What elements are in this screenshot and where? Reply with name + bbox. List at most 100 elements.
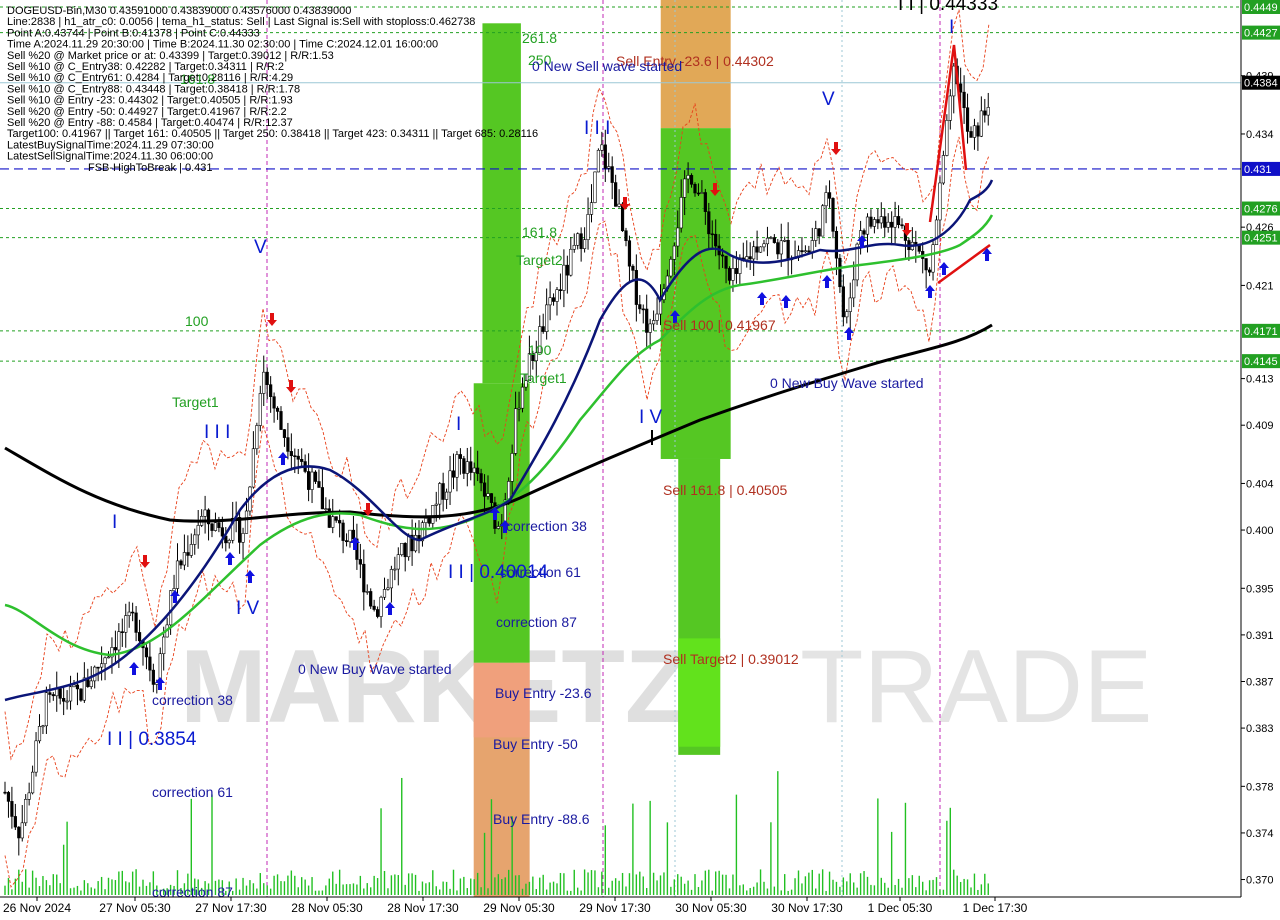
candle-body	[455, 454, 459, 478]
price-tick-label: 0.395	[1246, 583, 1274, 595]
time-tick-label: 30 Nov 05:30	[675, 901, 747, 915]
candle-body	[710, 233, 714, 236]
wave-v-label-a: V	[254, 237, 267, 258]
candle-body	[407, 534, 411, 558]
price-badge-label: 0.4384	[1244, 78, 1278, 90]
correction-38-label-a: correction 38	[152, 692, 233, 708]
candle-body	[476, 467, 480, 474]
candle-body	[44, 692, 48, 727]
candle-body	[338, 520, 342, 524]
candle-body	[117, 631, 121, 651]
candle-body	[676, 227, 680, 247]
candle-body	[89, 680, 93, 687]
candle-body	[210, 523, 214, 531]
candle-body	[300, 458, 304, 462]
candle-body	[62, 698, 66, 702]
wave-ii-label-a: I I | 0.3854	[107, 729, 197, 750]
candle-body	[72, 684, 76, 688]
price-tick-label: 0.378	[1246, 781, 1274, 793]
candle-body	[48, 692, 52, 695]
price-tick-label: 0.434	[1246, 129, 1274, 141]
info-line: Sell %10 @ C_Entry88: 0.43448 | Target:0…	[7, 83, 300, 95]
candle-body	[193, 534, 197, 545]
candle-body	[137, 632, 142, 642]
sell-100-label: Sell 100 | 0.41967	[663, 317, 776, 333]
candle-body	[959, 83, 963, 93]
candle-body	[479, 473, 483, 484]
candle-body	[838, 257, 842, 288]
candle-body	[896, 216, 901, 225]
candle-body	[462, 458, 466, 474]
candle-body	[482, 482, 487, 497]
candle-body	[755, 246, 759, 253]
candle-body	[120, 631, 124, 633]
candle-body	[600, 144, 604, 151]
candle-body	[472, 467, 476, 473]
info-line: Sell %10 @ C_Entry38: 0.42282 | Target:0…	[7, 61, 284, 73]
candle-body	[589, 202, 594, 215]
info-line: Target100: 0.41967 || Target 161: 0.4050…	[7, 128, 538, 140]
candle-body	[679, 197, 683, 229]
candle-body	[624, 230, 628, 242]
new-buy-wave-label-a: 0 New Buy Wave started	[298, 661, 452, 677]
time-tick-label: 29 Nov 17:30	[579, 901, 651, 915]
candle-body	[800, 250, 804, 253]
candle-body	[269, 384, 273, 398]
price-badge-label: 0.4449	[1244, 2, 1278, 14]
price-chart[interactable]: MARKETZI TRADE 261.8 250 161.8 Target2 1…	[0, 0, 1280, 920]
info-line: Sell %20 @ Entry -88: 0.4584 | Target:0.…	[7, 117, 293, 129]
candle-body	[862, 230, 866, 235]
candle-body	[752, 246, 756, 260]
candle-body	[65, 700, 69, 703]
candle-body	[320, 487, 325, 510]
candle-body	[186, 552, 190, 556]
candle-body	[182, 552, 187, 566]
candle-body	[969, 131, 973, 138]
price-badge-label: 0.4171	[1244, 326, 1278, 338]
candle-body	[324, 508, 328, 510]
info-line: Point A:0.43744 | Point B:0.41378 | Poin…	[7, 27, 260, 39]
candle-body	[927, 269, 932, 273]
candle-body	[179, 560, 183, 566]
wave-iv-label-b: I V	[639, 407, 663, 428]
candle-body	[972, 125, 977, 138]
candle-body	[441, 483, 445, 500]
candle-body	[227, 540, 231, 544]
candle-body	[641, 308, 645, 311]
fib-100-label-b: 100	[528, 342, 552, 358]
info-line: Sell %20 @ Entry -50: 0.44927 | Target:0…	[7, 106, 287, 118]
time-tick-label: 26 Nov 2024	[3, 901, 71, 915]
candle-body	[458, 454, 463, 459]
candle-body	[106, 656, 111, 659]
candle-body	[555, 289, 559, 302]
candle-body	[865, 216, 870, 235]
candle-body	[148, 656, 152, 671]
candle-body	[569, 248, 573, 276]
candle-body	[883, 216, 887, 228]
candle-body	[876, 219, 880, 224]
candle-body	[976, 125, 980, 137]
candle-body	[786, 239, 790, 261]
info-line: FSB-HighToBreak | 0.431	[88, 162, 213, 174]
candle-body	[403, 542, 407, 558]
candle-body	[20, 822, 24, 839]
candle-body	[807, 250, 811, 253]
candle-body	[669, 258, 673, 277]
candle-body	[375, 609, 380, 617]
info-line: Time A:2024.11.29 20:30:00 | Time B:2024…	[7, 39, 438, 51]
candle-body	[262, 371, 266, 394]
buy-entry-88-label: Buy Entry -88.6	[493, 811, 590, 827]
candle-body	[941, 155, 945, 184]
candle-body	[817, 228, 821, 237]
candle-body	[241, 533, 245, 543]
candle-body	[444, 491, 449, 500]
candle-body	[68, 686, 73, 702]
candle-body	[779, 240, 783, 255]
info-line: Line:2838 | h1_atr_c0: 0.0056 | tema_h1_…	[7, 16, 475, 28]
candle-body	[724, 255, 728, 269]
candle-body	[586, 214, 590, 241]
candle-body	[900, 224, 904, 227]
candle-body	[848, 297, 852, 312]
candle-body	[41, 725, 45, 728]
candle-body	[938, 182, 942, 221]
